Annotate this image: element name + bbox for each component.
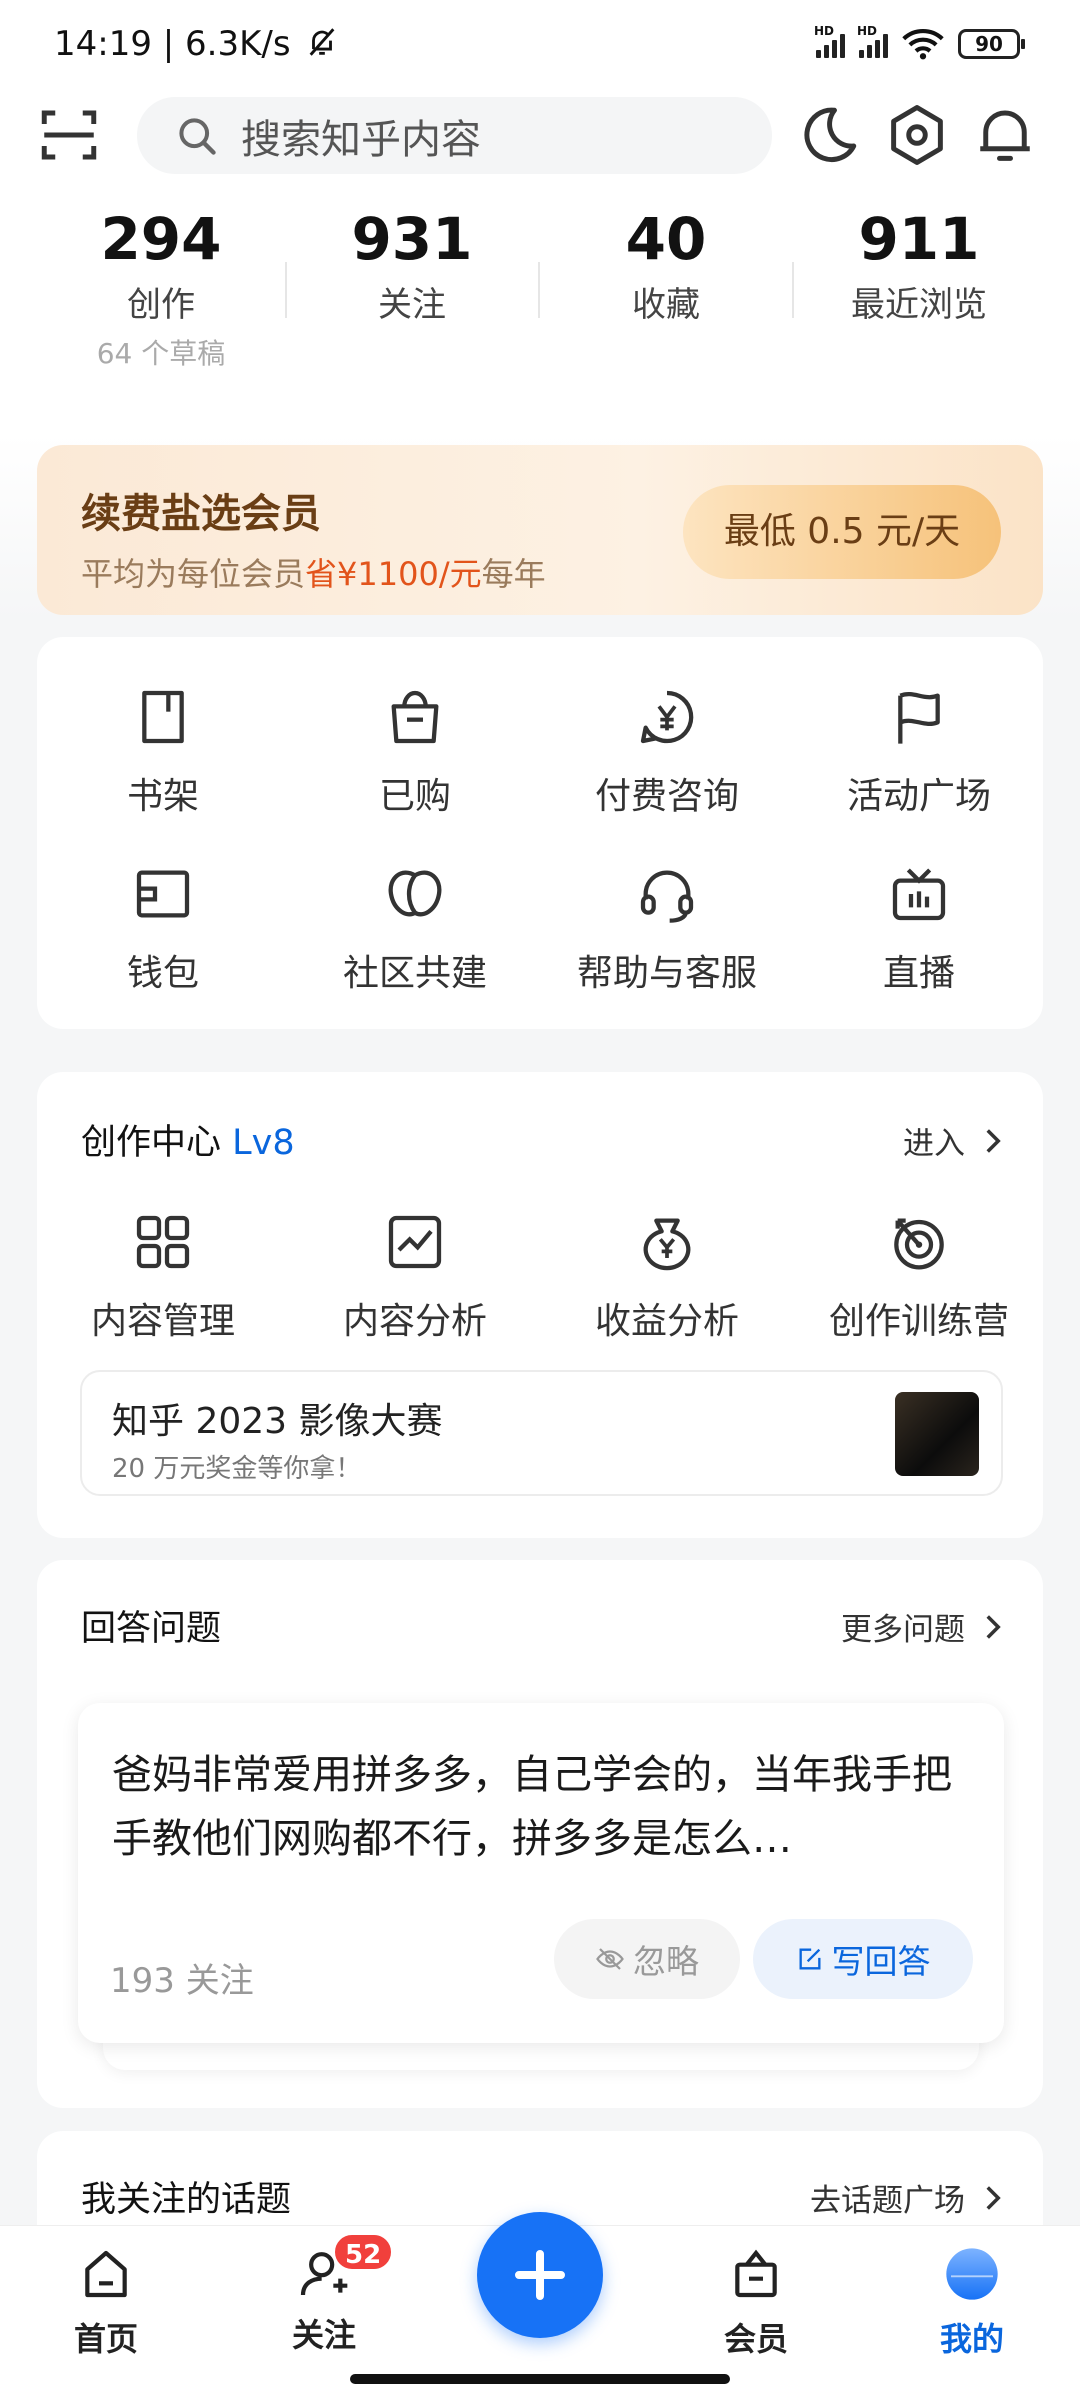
creation-center-enter-link[interactable]: 进入	[903, 1118, 1003, 1163]
tool-purchased[interactable]: 已购	[289, 685, 541, 819]
contest-subtitle: 20 万元奖金等你拿！	[112, 1454, 362, 1484]
edit-icon	[799, 1948, 820, 1970]
divider	[538, 262, 540, 318]
answer-section-title: 回答问题	[81, 1609, 222, 1649]
flag-icon	[898, 692, 940, 744]
tool-community[interactable]: 社区共建	[289, 862, 541, 996]
vip-title: 续费盐选会员	[81, 491, 321, 537]
tools-card: 书架 已购 付费咨询 活动广场 钱包 社区共建 帮助与客服 直播	[37, 637, 1043, 1029]
target-icon	[894, 1218, 944, 1270]
money-bag-icon	[643, 1218, 691, 1271]
create-post-button[interactable]	[477, 2212, 603, 2338]
photo-contest-banner[interactable]: 知乎 2023 影像大赛 20 万元奖金等你拿！	[80, 1370, 1003, 1496]
stat-value: 911	[858, 205, 980, 273]
bookshelf-icon	[142, 690, 184, 744]
question-card[interactable]: 爸妈非常爱用拼多多，自己学会的，当年我手把手教他们网购都不行，拼多多是怎么… 1…	[78, 1703, 1004, 2043]
contest-thumbnail	[895, 1392, 979, 1476]
chevron-right-icon	[986, 2185, 1001, 2210]
live-tv-icon	[892, 868, 946, 921]
creation-content-manage[interactable]: 内容管理	[37, 1210, 289, 1344]
chevron-right-icon	[986, 1614, 1001, 1639]
search-placeholder: 搜索知乎内容	[241, 116, 481, 163]
profile-avatar-icon	[946, 2248, 998, 2300]
nav-home[interactable]: 首页	[36, 2246, 176, 2360]
question-followers: 193 关注	[110, 1961, 254, 2001]
status-icons: HD HD 90	[814, 24, 1025, 60]
creation-income-analysis[interactable]: 收益分析	[541, 1210, 793, 1344]
search-bar[interactable]: 搜索知乎内容	[137, 97, 772, 174]
stat-recent-views[interactable]: 911 最近浏览	[794, 205, 1044, 326]
stat-value: 294	[100, 205, 222, 273]
chevron-right-icon	[986, 1128, 1001, 1153]
scan-icon[interactable]	[36, 102, 102, 168]
settings-icon[interactable]	[884, 102, 950, 168]
paid-consult-icon	[640, 690, 694, 744]
topic-plaza-link[interactable]: 去话题广场	[810, 2175, 1003, 2220]
vip-bag-icon	[735, 2249, 777, 2298]
moon-icon[interactable]	[796, 102, 862, 168]
home-indicator	[350, 2374, 730, 2384]
tool-wallet[interactable]: 钱包	[37, 862, 289, 996]
grid-icon	[136, 1215, 190, 1269]
stat-value: 40	[625, 205, 707, 273]
plus-icon	[515, 2250, 565, 2300]
signal-1-icon: HD	[814, 24, 845, 58]
vip-saving: 省¥1100/元	[305, 555, 482, 593]
more-questions-link[interactable]: 更多问题	[841, 1604, 1003, 1649]
stat-value: 931	[351, 205, 473, 273]
status-bar: 14:19 | 6.3K/s HD HD 90	[0, 0, 1080, 90]
nav-vip[interactable]: 会员	[686, 2246, 826, 2360]
stat-creations[interactable]: 294 创作 64 个草稿	[36, 205, 286, 372]
write-answer-button[interactable]: 写回答	[753, 1919, 973, 1999]
wifi-icon	[902, 28, 944, 60]
tool-help-service[interactable]: 帮助与客服	[541, 862, 793, 996]
stat-label: 创作	[127, 285, 195, 325]
search-icon	[179, 117, 216, 155]
stat-drafts: 64 个草稿	[96, 337, 226, 370]
stat-label: 最近浏览	[851, 285, 987, 325]
stat-following[interactable]: 931 关注	[287, 205, 537, 326]
contest-title: 知乎 2023 影像大赛	[112, 1401, 443, 1442]
purchased-bag-icon	[391, 690, 439, 744]
tool-activity-plaza[interactable]: 活动广场	[793, 685, 1045, 819]
stat-label: 收藏	[632, 285, 700, 325]
nav-follow[interactable]: 52 关注	[254, 2232, 395, 2356]
vip-renew-banner[interactable]: 续费盐选会员 平均为每位会员省¥1100/元每年 最低 0.5 元/天	[37, 445, 1043, 615]
home-icon	[85, 2250, 127, 2298]
topics-section-title: 我关注的话题	[81, 2180, 292, 2220]
creator-level-badge: Lv8	[232, 1123, 295, 1163]
community-icon	[388, 870, 442, 917]
creation-training-camp[interactable]: 创作训练营	[793, 1210, 1045, 1344]
answer-questions-card: 回答问题 更多问题 爸妈非常爱用拼多多，自己学会的，当年我手把手教他们网购都不行…	[37, 1560, 1043, 2108]
follow-badge: 52	[332, 2232, 395, 2272]
status-time: 14:19 | 6.3K/s	[54, 24, 339, 64]
vip-price-button[interactable]: 最低 0.5 元/天	[683, 485, 1001, 579]
battery-indicator: 90	[958, 29, 1025, 59]
ignore-button[interactable]: 忽略	[554, 1919, 740, 1999]
tool-bookshelf[interactable]: 书架	[37, 685, 289, 819]
stat-favorites[interactable]: 40 收藏	[541, 205, 791, 326]
eye-off-icon	[596, 1948, 624, 1970]
creation-center-title: 创作中心 Lv8	[81, 1123, 295, 1163]
tool-paid-consult[interactable]: 付费咨询	[541, 685, 793, 819]
vip-subtitle: 平均为每位会员省¥1100/元每年	[81, 555, 546, 593]
headset-icon	[640, 870, 694, 923]
notification-bell-icon[interactable]	[972, 102, 1038, 168]
silent-bell-icon	[310, 28, 335, 56]
stat-label: 关注	[378, 285, 446, 325]
creation-center-card: 创作中心 Lv8 进入 内容管理 内容分析 收益分析 创作训练营 知乎 2023…	[37, 1072, 1043, 1538]
nav-me[interactable]: 我的	[902, 2246, 1042, 2360]
signal-2-icon: HD	[857, 24, 888, 58]
tool-live[interactable]: 直播	[793, 862, 1045, 996]
question-text: 爸妈非常爱用拼多多，自己学会的，当年我手把手教他们网购都不行，拼多多是怎么…	[112, 1752, 952, 1862]
chart-icon	[388, 1215, 442, 1269]
creation-content-analysis[interactable]: 内容分析	[289, 1210, 541, 1344]
wallet-icon	[136, 870, 190, 918]
